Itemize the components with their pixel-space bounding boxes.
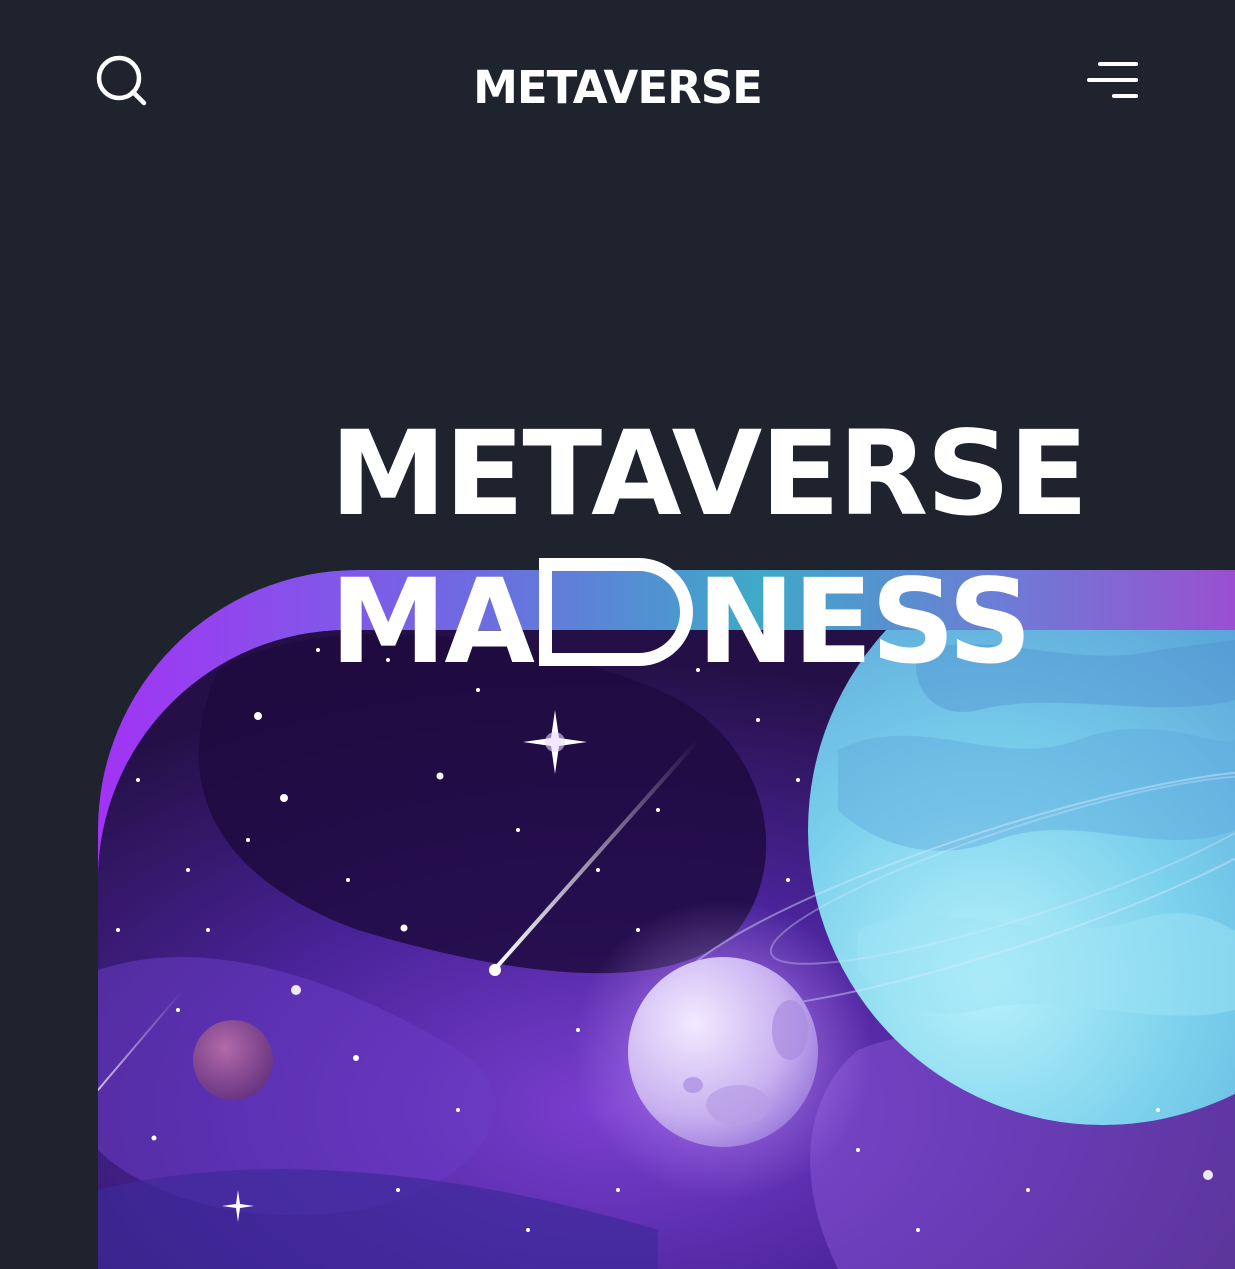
- site-header: METAVERSE: [0, 0, 1235, 170]
- shooting-star-head: [489, 964, 501, 976]
- hero-title-line2-end: NESS: [696, 553, 1032, 691]
- hero-title-line1: METAVERSE: [330, 405, 1088, 543]
- menu-button[interactable]: [1086, 60, 1140, 100]
- moon-crater: [683, 1077, 703, 1093]
- hero-space-illustration: [98, 630, 1235, 1269]
- brand-logo[interactable]: METAVERSE: [0, 60, 1235, 116]
- hero-title-line2: MA NESS: [330, 548, 1090, 696]
- d-shape-glyph: [538, 558, 693, 667]
- space-scene-svg: [98, 630, 1235, 1269]
- moon-crater: [706, 1085, 770, 1125]
- moon-crater: [772, 1000, 808, 1060]
- planet-surface-pattern: [858, 913, 1235, 1016]
- small-planet: [193, 1020, 273, 1100]
- menu-icon: [1087, 62, 1138, 98]
- hero-title-line2-start: MA: [330, 553, 535, 691]
- hero-title: METAVERSE MA NESS: [330, 400, 1090, 696]
